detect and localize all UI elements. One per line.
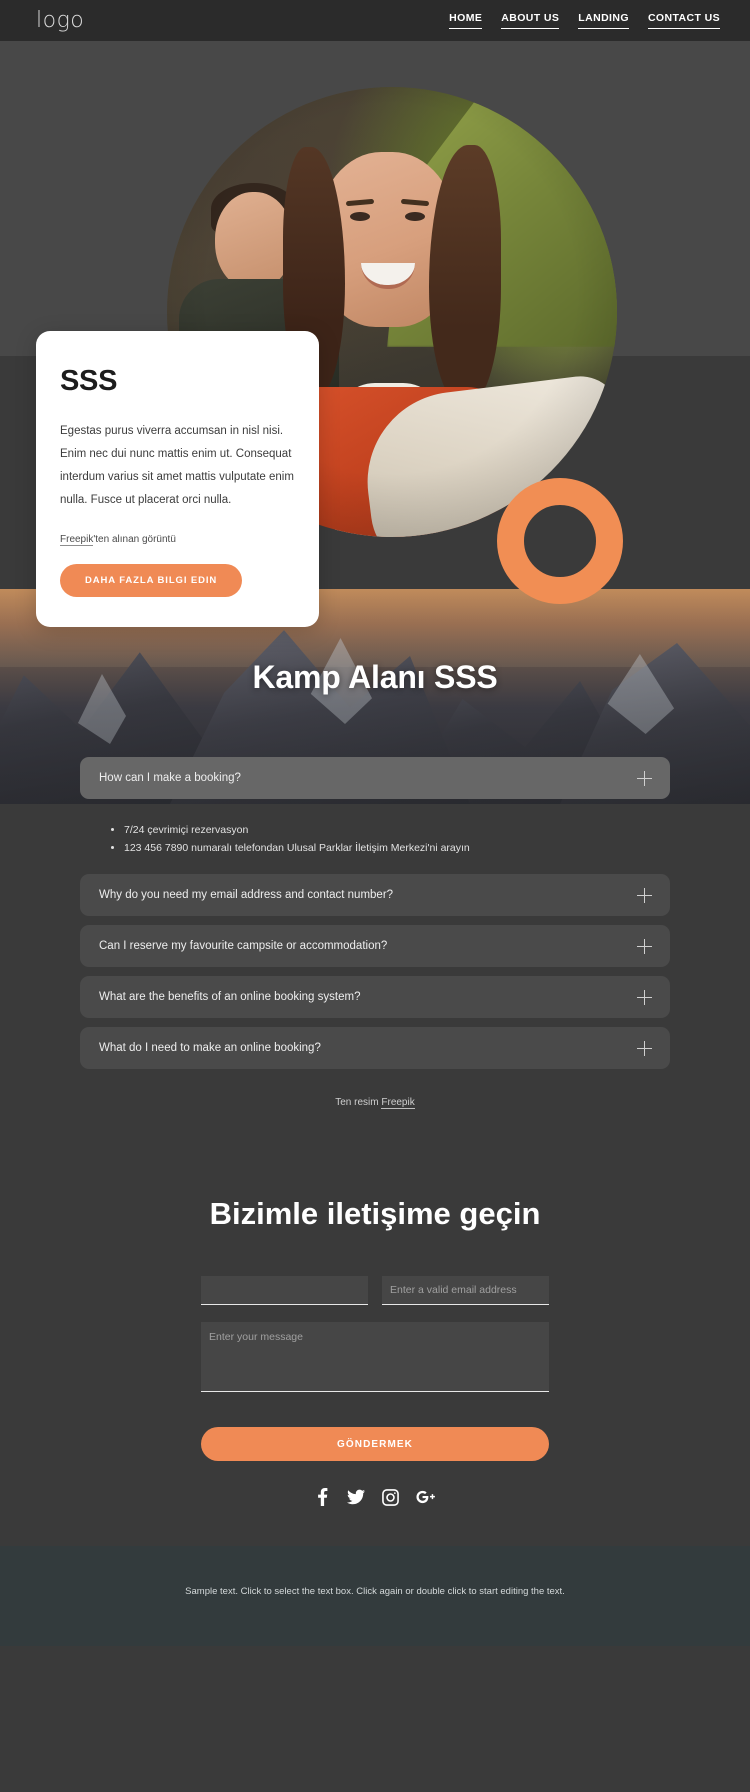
- google-plus-icon[interactable]: [415, 1489, 436, 1505]
- learn-more-button[interactable]: DAHA FAZLA BILGI EDIN: [60, 564, 243, 597]
- form-row-top: [201, 1276, 549, 1305]
- faq-credit-prefix: Ten resim: [335, 1097, 382, 1108]
- plus-icon[interactable]: [637, 938, 652, 954]
- name-input[interactable]: [201, 1276, 368, 1305]
- facebook-icon[interactable]: [315, 1488, 330, 1506]
- twitter-icon[interactable]: [346, 1489, 365, 1505]
- plus-icon[interactable]: [637, 887, 652, 903]
- contact-form: GÖNDERMEK: [201, 1276, 549, 1461]
- plus-icon[interactable]: [637, 989, 652, 1005]
- accordion: How can I make a booking? 7/24 çevrimiçi…: [80, 757, 670, 1109]
- intro-card-credit: Freepik'ten alınan görüntü: [60, 534, 295, 546]
- hero-section: SSS Egestas purus viverra accumsan in ni…: [0, 41, 750, 627]
- intro-card: SSS Egestas purus viverra accumsan in ni…: [36, 331, 319, 627]
- social-links: [0, 1488, 750, 1506]
- accordion-question-4: What do I need to make an online booking…: [99, 1042, 321, 1054]
- freepik-link[interactable]: Freepik: [381, 1097, 415, 1109]
- message-textarea[interactable]: [201, 1322, 549, 1392]
- plus-icon[interactable]: [637, 770, 652, 786]
- faq-credit: Ten resim Freepik: [80, 1097, 670, 1109]
- freepik-link[interactable]: Freepik: [60, 534, 94, 546]
- accordion-question-0: How can I make a booking?: [99, 772, 241, 784]
- footer-sample-text: Sample text. Click to select the text bo…: [185, 1586, 565, 1597]
- contact-section: Bizimle iletişime geçin GÖNDERMEK: [0, 1134, 750, 1546]
- orange-ring-decoration: [497, 478, 623, 604]
- answer-list: 7/24 çevrimiçi rezervasyon 123 456 7890 …: [102, 821, 670, 858]
- main-nav: HOME ABOUT US LANDING CONTACT US: [449, 12, 720, 29]
- nav-item-home[interactable]: HOME: [449, 12, 483, 29]
- faq-section: How can I make a booking? 7/24 çevrimiçi…: [0, 757, 750, 1134]
- submit-button[interactable]: GÖNDERMEK: [201, 1427, 549, 1461]
- accordion-header-4[interactable]: What do I need to make an online booking…: [80, 1027, 670, 1069]
- site-footer: Sample text. Click to select the text bo…: [0, 1546, 750, 1646]
- site-header: logo HOME ABOUT US LANDING CONTACT US: [0, 0, 750, 41]
- accordion-entry-0: How can I make a booking? 7/24 çevrimiçi…: [80, 757, 670, 878]
- email-input[interactable]: [382, 1276, 549, 1305]
- accordion-answer-0: 7/24 çevrimiçi rezervasyon 123 456 7890 …: [80, 808, 670, 878]
- logo[interactable]: logo: [36, 8, 84, 33]
- list-item: 7/24 çevrimiçi rezervasyon: [124, 821, 670, 839]
- accordion-header-3[interactable]: What are the benefits of an online booki…: [80, 976, 670, 1018]
- intro-card-title: SSS: [60, 365, 118, 397]
- intro-card-body: Egestas purus viverra accumsan in nisl n…: [60, 425, 294, 506]
- accordion-header-1[interactable]: Why do you need my email address and con…: [80, 874, 670, 916]
- intro-card-credit-rest: 'ten alınan görüntü: [93, 534, 176, 545]
- instagram-icon[interactable]: [381, 1488, 399, 1506]
- plus-icon[interactable]: [637, 1040, 652, 1056]
- banner-title: Kamp Alanı SSS: [252, 659, 498, 695]
- accordion-question-3: What are the benefits of an online booki…: [99, 991, 361, 1003]
- accordion-question-1: Why do you need my email address and con…: [99, 889, 394, 901]
- contact-title: Bizimle iletişime geçin: [209, 1196, 541, 1231]
- accordion-header-2[interactable]: Can I reserve my favourite campsite or a…: [80, 925, 670, 967]
- nav-item-contact-us[interactable]: CONTACT US: [647, 12, 720, 29]
- accordion-header-0[interactable]: How can I make a booking?: [80, 757, 670, 799]
- nav-item-about-us[interactable]: ABOUT US: [501, 12, 560, 29]
- page-root: logo HOME ABOUT US LANDING CONTACT US SS…: [0, 0, 750, 1792]
- accordion-question-2: Can I reserve my favourite campsite or a…: [99, 940, 388, 952]
- nav-item-landing[interactable]: LANDING: [578, 12, 629, 29]
- list-item: 123 456 7890 numaralı telefondan Ulusal …: [124, 839, 670, 857]
